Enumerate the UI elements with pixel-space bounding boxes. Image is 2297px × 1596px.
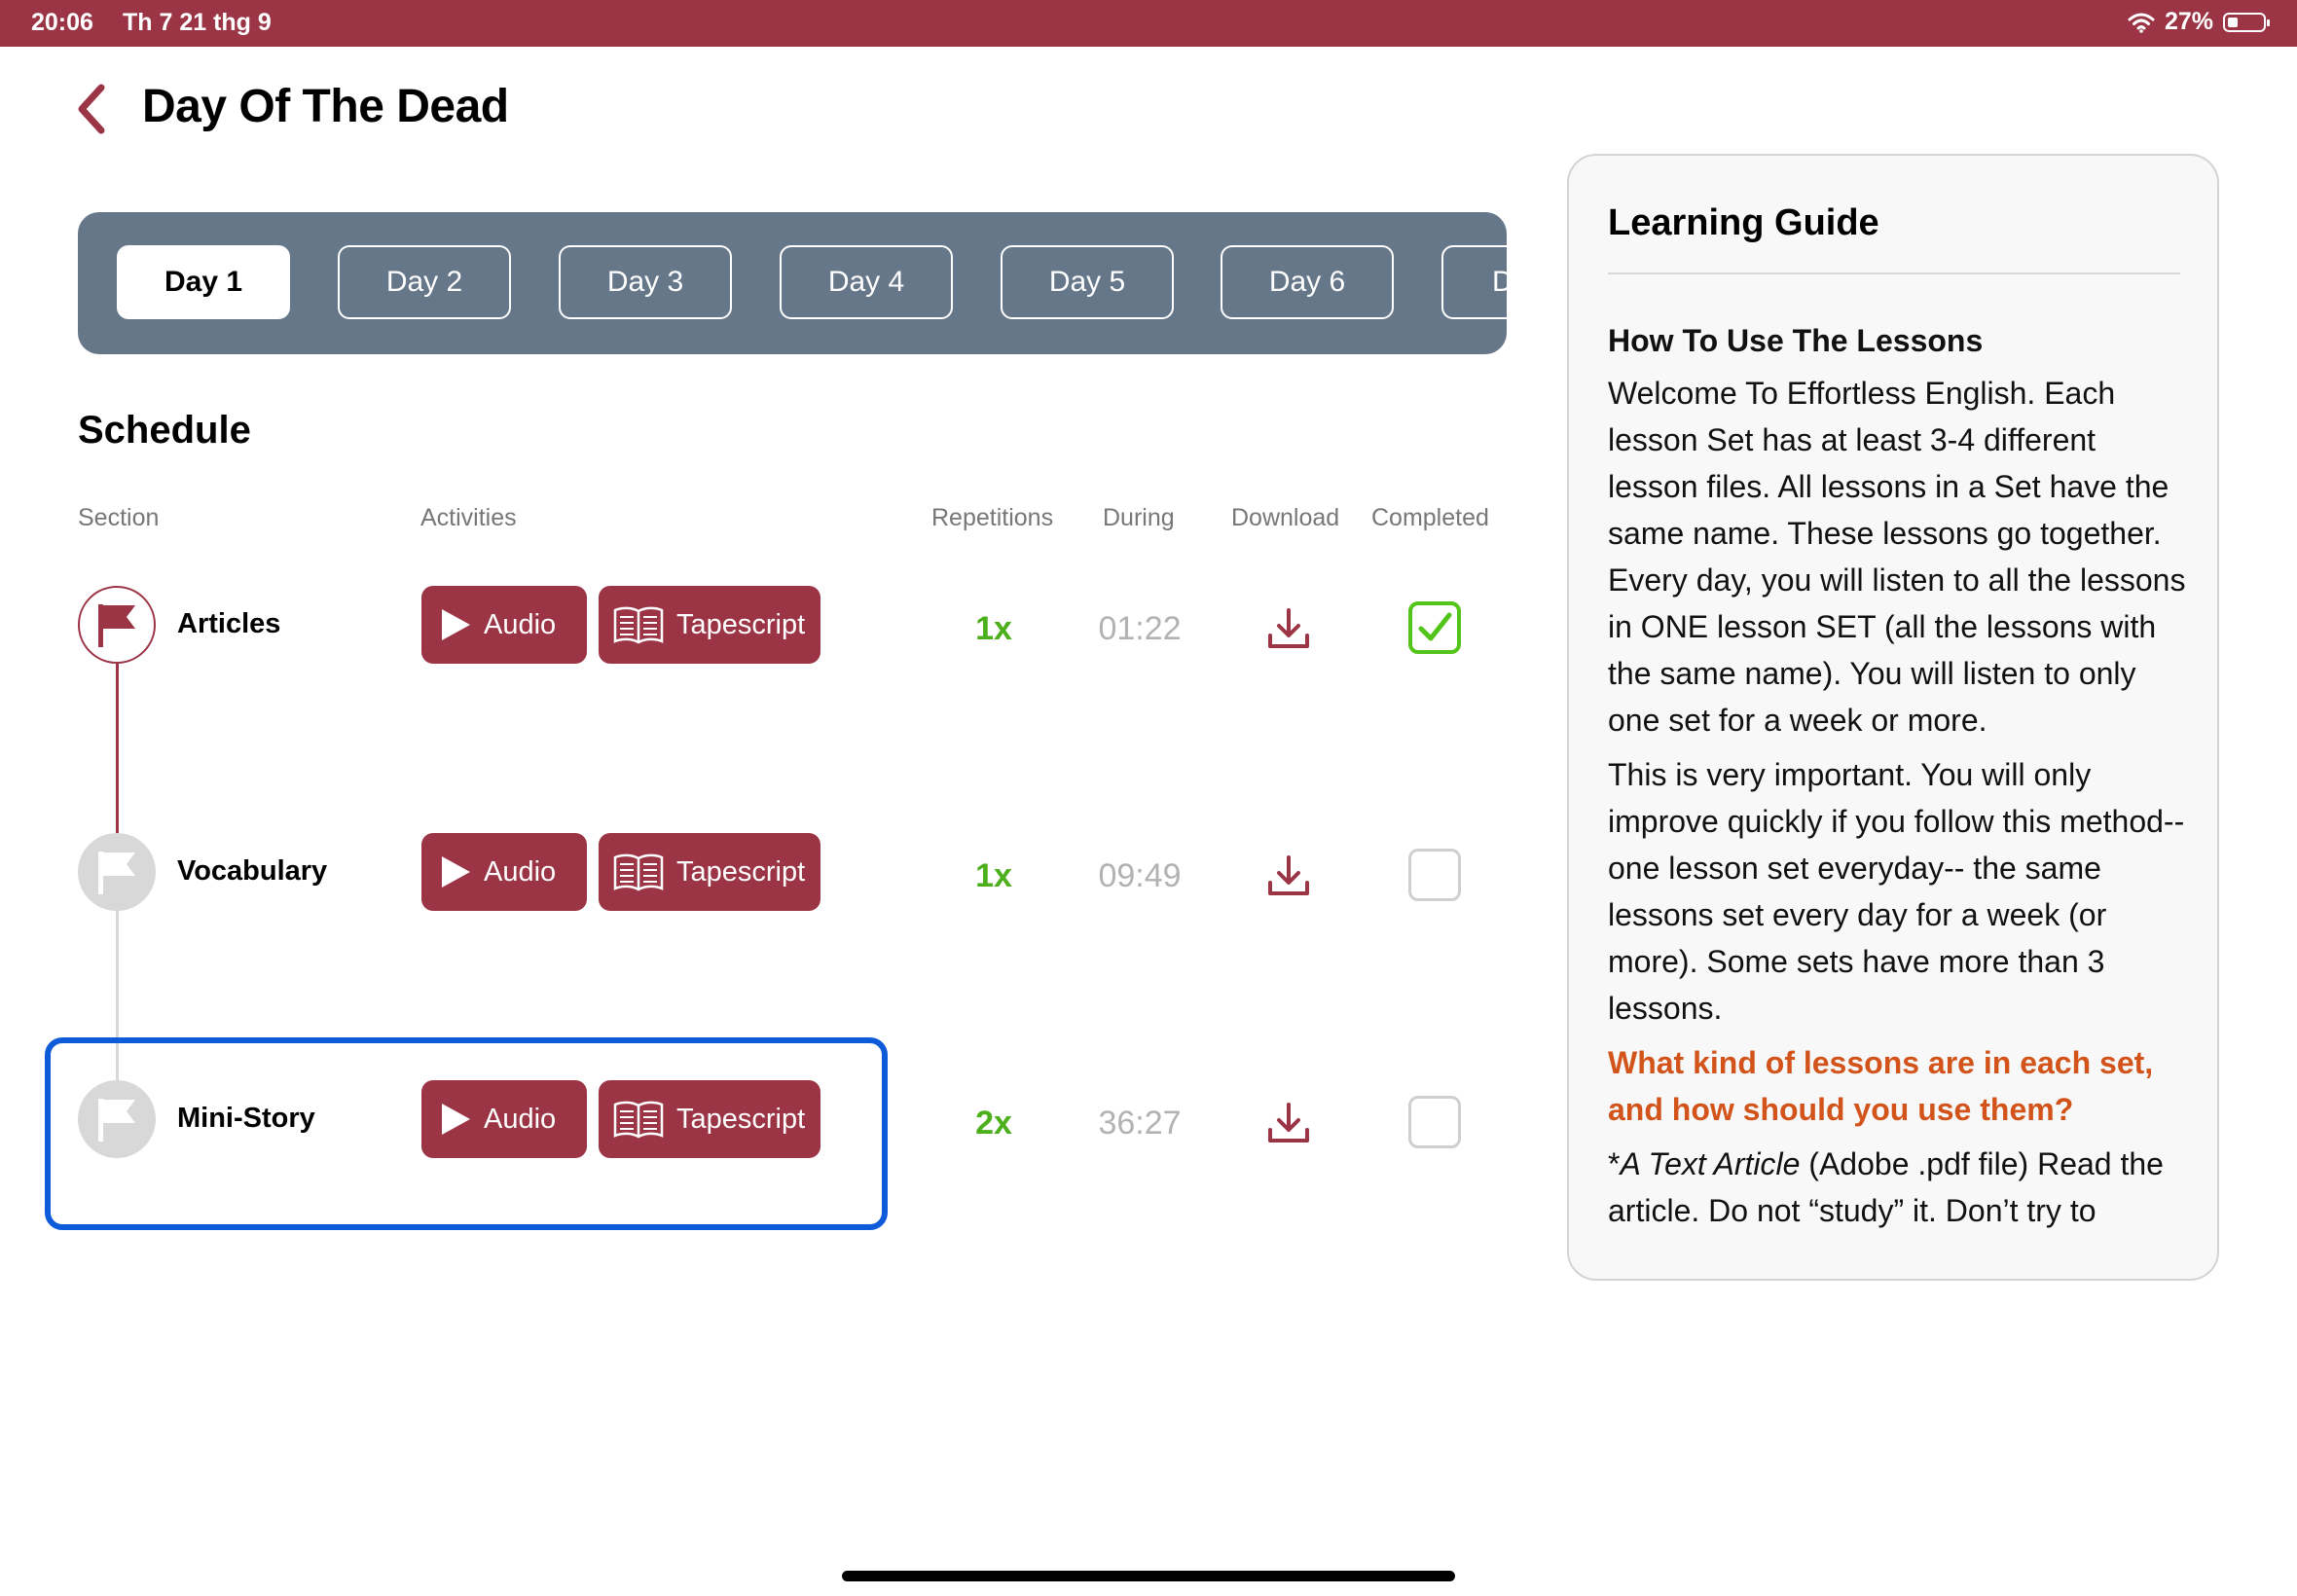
timeline-line-active (116, 664, 119, 833)
focus-highlight (45, 1037, 888, 1230)
completed-checkbox[interactable] (1408, 1096, 1461, 1148)
book-icon (613, 853, 664, 891)
book-icon (613, 606, 664, 644)
column-header-completed: Completed (1371, 504, 1489, 531)
tab-day-1[interactable]: Day 1 (117, 245, 290, 319)
tapescript-button-label: Tapescript (676, 608, 806, 640)
guide-paragraph: *A Text Article (Adobe .pdf file) Read t… (1608, 1141, 2192, 1234)
flag-icon (98, 852, 135, 894)
download-icon (1268, 608, 1309, 648)
duration-value: 09:49 (1098, 857, 1182, 894)
battery-percent: 27% (2164, 8, 2213, 35)
status-bar: 20:06 Th 7 21 thg 9 27% (0, 0, 2297, 47)
download-button[interactable] (1266, 853, 1311, 898)
status-right: 27% (2128, 8, 2270, 36)
tab-day-5[interactable]: Day 5 (1001, 245, 1174, 319)
audio-button[interactable]: Audio (421, 586, 587, 664)
completed-checkbox[interactable] (1408, 601, 1461, 654)
repetitions-value: 2x (975, 1105, 1012, 1142)
guide-emphasis: A Text Article (1620, 1146, 1801, 1181)
repetitions-value: 1x (975, 857, 1012, 894)
section-label-articles: Articles (177, 608, 281, 639)
guide-subtitle: How To Use The Lessons (1608, 323, 1984, 358)
column-header-during: During (1103, 504, 1175, 531)
column-header-download: Download (1231, 504, 1340, 531)
learning-guide-title: Learning Guide (1608, 202, 1879, 243)
column-header-repetitions: Repetitions (931, 504, 1054, 531)
completed-checkbox[interactable] (1408, 849, 1461, 901)
divider (1608, 272, 2180, 274)
download-button[interactable] (1266, 606, 1311, 651)
status-time: 20:06 (31, 9, 93, 36)
duration-value: 01:22 (1098, 610, 1182, 647)
download-button[interactable] (1266, 1101, 1311, 1145)
guide-question: What kind of lessons are in each set, an… (1608, 1045, 2154, 1127)
tab-day-2[interactable]: Day 2 (338, 245, 511, 319)
audio-button-label: Audio (484, 608, 557, 640)
tab-day-4[interactable]: Day 4 (780, 245, 953, 319)
flag-icon (98, 604, 135, 647)
column-header-activities: Activities (420, 504, 517, 531)
audio-button[interactable]: Audio (421, 833, 587, 911)
download-icon (1268, 855, 1309, 895)
page-title: Day Of The Dead (142, 81, 509, 132)
chevron-left-icon (78, 84, 105, 134)
download-icon (1268, 1103, 1309, 1143)
tab-day-7[interactable]: D (1441, 245, 1507, 319)
tapescript-button[interactable]: Tapescript (599, 833, 820, 911)
checkmark-icon (1418, 612, 1452, 641)
guide-bullet: * (1608, 1146, 1621, 1181)
section-marker-vocabulary (78, 833, 156, 911)
home-indicator[interactable] (842, 1571, 1455, 1581)
learning-guide-panel: Learning Guide How To Use The Lessons We… (1567, 154, 2219, 1281)
status-date: Th 7 21 thg 9 (123, 9, 272, 36)
schedule-title: Schedule (78, 409, 251, 452)
column-header-section: Section (78, 504, 160, 531)
duration-value: 36:27 (1098, 1105, 1182, 1142)
back-button[interactable] (72, 82, 111, 136)
section-marker-articles (78, 586, 156, 664)
guide-paragraph: Welcome To Effortless English. Each less… (1608, 376, 2186, 738)
section-label-vocabulary: Vocabulary (177, 855, 328, 887)
audio-button-label: Audio (484, 855, 557, 888)
day-tabs: Day 1 Day 2 Day 3 Day 4 Day 5 Day 6 D (78, 212, 1507, 354)
tapescript-button-label: Tapescript (676, 855, 806, 888)
play-icon (442, 856, 470, 888)
wifi-icon (2128, 13, 2155, 33)
play-icon (442, 609, 470, 640)
tapescript-button[interactable]: Tapescript (599, 586, 820, 664)
tab-day-6[interactable]: Day 6 (1221, 245, 1394, 319)
battery-icon (2223, 12, 2270, 32)
guide-paragraph: This is very important. You will only im… (1608, 757, 2185, 1026)
repetitions-value: 1x (975, 610, 1012, 647)
learning-guide-content: How To Use The Lessons Welcome To Effort… (1608, 317, 2192, 1242)
tab-day-3[interactable]: Day 3 (559, 245, 732, 319)
